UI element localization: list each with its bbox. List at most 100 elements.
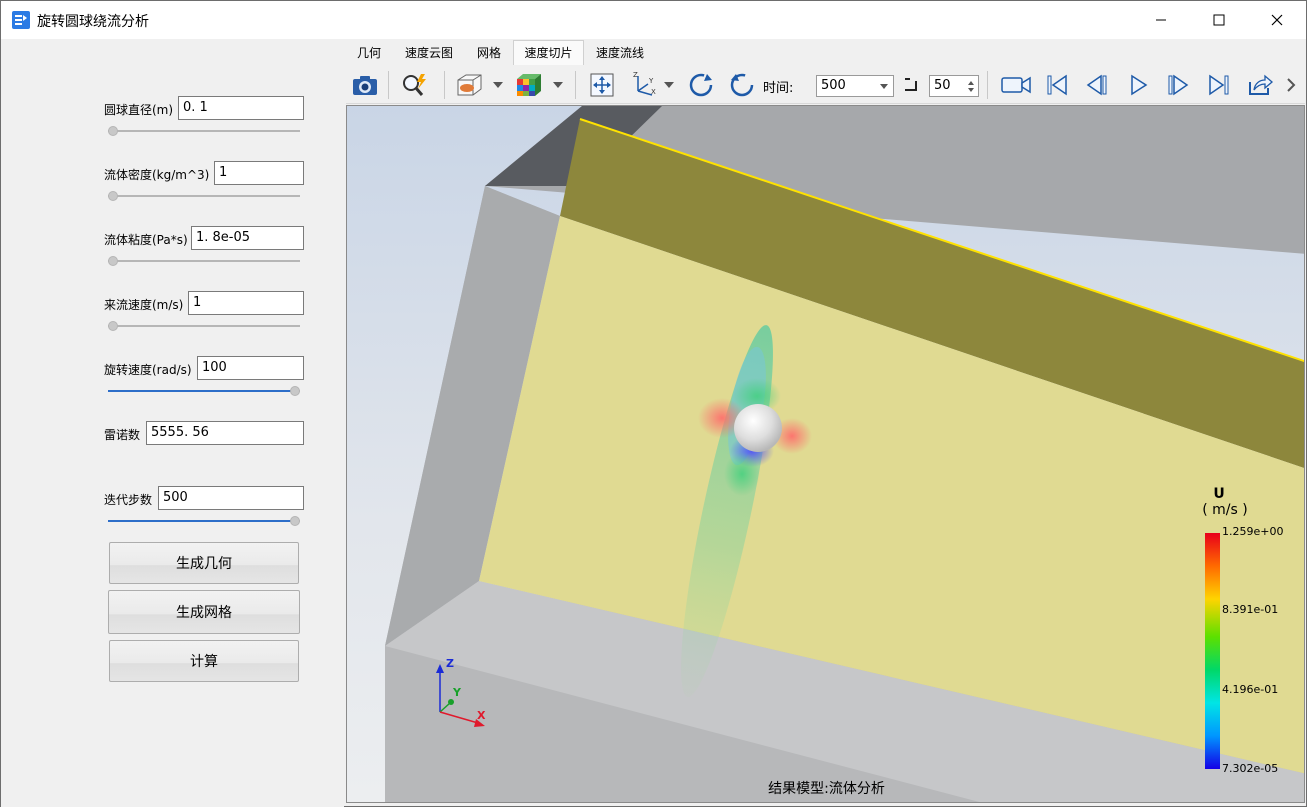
export-icon [1249,74,1273,95]
axis-y-label: Y [453,686,461,699]
colorbar-tick: 8.391e-01 [1222,603,1279,616]
axis-z-label: Z [446,657,454,670]
rotate-ccw-button[interactable] [727,70,757,100]
next-frame-icon [1168,74,1189,96]
record-icon [1001,76,1031,94]
main-window: 旋转圆球绕流分析 圆球直径(m) 0. 1 流体密度(kg/m^3) 1 流体粘… [0,0,1307,807]
fit-view-button[interactable] [587,70,617,100]
play-button[interactable] [1123,70,1153,100]
sphere-diameter-input[interactable]: 0. 1 [178,96,304,120]
display-mode-button[interactable] [454,70,484,100]
fluid-density-label: 流体密度(kg/m^3) [104,168,210,182]
sphere-diameter-slider[interactable] [108,125,300,137]
minimize-icon [1156,19,1166,21]
next-frame-button[interactable] [1163,70,1193,100]
view-toolbar: Z Y X 时间: 500 50 [346,65,1305,104]
close-button[interactable] [1248,1,1306,39]
tab-velocity-contour[interactable]: 速度云图 [393,41,465,65]
sphere [734,404,782,452]
compute-button[interactable]: 计算 [109,640,299,682]
fluid-viscosity-input[interactable]: 1. 8e-05 [191,226,304,250]
window-title: 旋转圆球绕流分析 [37,14,149,30]
fluid-viscosity-label: 流体粘度(Pa*s) [104,233,188,247]
reynolds-number-label: 雷诺数 [104,428,141,442]
svg-text:X: X [651,88,656,96]
iteration-steps-label: 迭代步数 [104,493,153,507]
title-bar: 旋转圆球绕流分析 [1,1,1306,39]
axes-button[interactable]: Z Y X [629,70,659,100]
step-icon [905,78,917,91]
axis-x-label: X [477,709,486,722]
tab-velocity-slice[interactable]: 速度切片 [513,40,584,65]
last-frame-icon [1209,74,1229,96]
app-icon [12,11,30,29]
last-frame-button[interactable] [1204,70,1234,100]
inflow-velocity-label: 来流速度(m/s) [104,298,184,312]
play-icon [1131,74,1148,96]
iteration-steps-input[interactable]: 500 [158,486,304,510]
reynolds-number-input[interactable]: 5555. 56 [146,421,304,445]
slider-thumb[interactable] [108,126,118,136]
inflow-velocity-input[interactable]: 1 [188,291,304,315]
svg-text:Z: Z [633,71,638,79]
tab-streamlines[interactable]: 速度流线 [584,41,656,65]
colorbar [1205,533,1220,769]
time-select-value: 500 [821,78,846,93]
zoom-button[interactable] [400,70,430,100]
screenshot-button[interactable] [350,70,380,100]
prev-frame-icon [1086,74,1107,96]
close-icon [1271,14,1283,26]
colorbar-tick-min: 7.302e-05 [1222,762,1279,775]
rotation-speed-label: 旋转速度(rad/s) [104,363,192,377]
time-select[interactable]: 500 [816,75,894,97]
slider-thumb[interactable] [108,256,118,266]
spin-down-icon[interactable] [968,88,974,92]
first-frame-icon [1047,74,1067,96]
chevron-down-icon [880,84,888,89]
fluid-density-input[interactable]: 1 [214,161,304,185]
svg-text:Y: Y [648,77,654,85]
camera-icon [353,76,377,95]
maximize-button[interactable] [1190,1,1248,39]
step-spinbox-value: 50 [934,78,951,93]
rotate-cw-icon [689,73,713,97]
slider-thumb[interactable] [290,516,300,526]
fit-view-icon [590,73,614,97]
result-model-status: 结果模型:流体分析 [768,781,885,797]
colorbar-unit: ( m/s ) [1202,502,1248,518]
export-button[interactable] [1245,70,1275,100]
color-cube-icon [517,74,541,96]
rotation-speed-slider[interactable] [108,385,300,397]
colorbar-title: U [1213,486,1225,502]
tab-mesh[interactable]: 网格 [465,41,513,65]
step-spinbox[interactable]: 50 [929,75,979,97]
zoom-icon [403,74,426,96]
spin-up-icon[interactable] [968,81,974,85]
colorbar-tick-max: 1.259e+00 [1222,525,1284,538]
first-frame-button[interactable] [1042,70,1072,100]
colorbar-tick: 4.196e-01 [1222,683,1279,696]
inflow-velocity-slider[interactable] [108,320,300,332]
slider-thumb[interactable] [108,191,118,201]
minimize-button[interactable] [1132,1,1190,39]
maximize-icon [1213,14,1225,26]
scene-canvas [385,106,1304,802]
render-viewport[interactable]: U ( m/s ) 1.259e+00 8.391e-01 4.196e-01 … [346,105,1305,803]
rotation-speed-input[interactable]: 100 [197,356,304,380]
prev-frame-button[interactable] [1082,70,1112,100]
tab-geometry[interactable]: 几何 [345,41,393,65]
axes-icon: Z Y X [633,71,656,96]
slider-thumb[interactable] [290,386,300,396]
toolbar-overflow-button[interactable] [1282,70,1302,100]
record-button[interactable] [999,70,1033,100]
fluid-density-slider[interactable] [108,190,300,202]
rotate-cw-button[interactable] [686,70,716,100]
iteration-steps-slider[interactable] [108,515,300,527]
fluid-viscosity-slider[interactable] [108,255,300,267]
slider-thumb[interactable] [108,321,118,331]
generate-geometry-button[interactable]: 生成几何 [109,542,299,584]
chevron-right-icon [1287,78,1296,92]
display-mode-icon [457,74,482,96]
color-map-button[interactable] [514,70,544,100]
generate-mesh-button[interactable]: 生成网格 [108,590,300,634]
